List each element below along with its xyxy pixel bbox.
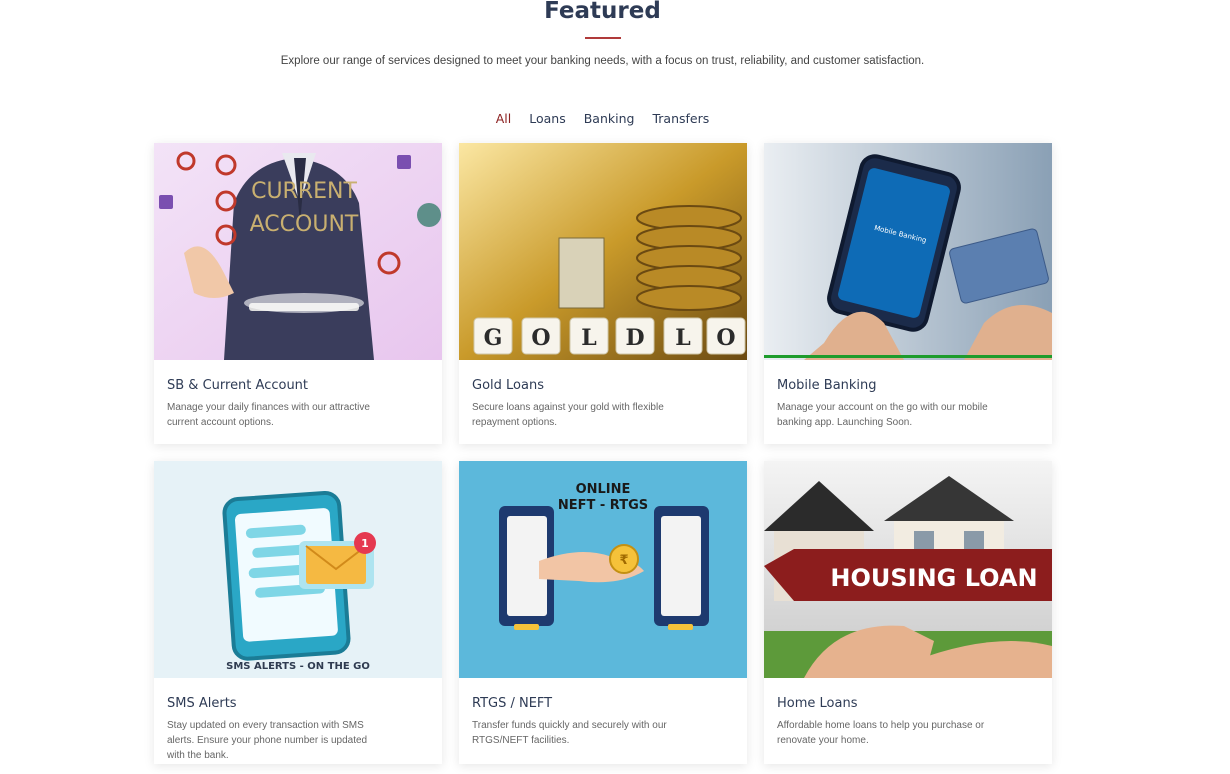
rtgs-image-text-2: NEFT - RTGS bbox=[558, 498, 648, 513]
gold-letter-o: O bbox=[531, 325, 550, 351]
title-underline bbox=[585, 37, 621, 39]
filter-tabs: All Loans Banking Transfers bbox=[0, 111, 1205, 126]
card-title: Home Loans bbox=[777, 696, 858, 711]
rtgs-neft-image: ONLINE NEFT - RTGS ₹ bbox=[459, 461, 747, 678]
gold-letter-d: D bbox=[625, 325, 644, 351]
filter-transfers[interactable]: Transfers bbox=[652, 111, 709, 126]
card-description: Affordable home loans to help you purcha… bbox=[777, 720, 985, 746]
card-title: SB & Current Account bbox=[167, 378, 309, 393]
filter-banking[interactable]: Banking bbox=[584, 111, 635, 126]
current-account-image-text-2: ACCOUNT bbox=[250, 212, 359, 237]
loan-letter-o: O bbox=[716, 325, 735, 351]
card-title: SMS Alerts bbox=[167, 696, 237, 711]
card-title: RTGS / NEFT bbox=[472, 696, 553, 711]
service-card-rtgs-neft[interactable]: ONLINE NEFT - RTGS ₹ RTGS / NEFT Transfe… bbox=[459, 461, 747, 764]
card-title: Gold Loans bbox=[472, 378, 544, 393]
rupee-symbol: ₹ bbox=[619, 553, 628, 568]
card-description: Manage your account on the go with our m… bbox=[777, 402, 988, 428]
current-account-image-text-1: CURRENT bbox=[251, 179, 357, 204]
card-title: Mobile Banking bbox=[777, 378, 877, 393]
gold-letter-g: G bbox=[484, 325, 503, 351]
card-description: Stay updated on every transaction with S… bbox=[167, 720, 368, 761]
filter-all[interactable]: All bbox=[496, 111, 512, 126]
service-card-current-account[interactable]: CURRENT ACCOUNT SB & Current Account Man… bbox=[154, 143, 442, 444]
service-card-mobile-banking[interactable]: Mobile Banking Mobile Banking Manage you… bbox=[764, 143, 1052, 444]
sms-alerts-image-text: SMS ALERTS - ON THE GO bbox=[226, 661, 370, 672]
filter-loans[interactable]: Loans bbox=[529, 111, 566, 126]
service-card-home-loans[interactable]: HOUSING LOAN Home Loans Affordable home … bbox=[764, 461, 1052, 764]
housing-loan-image-text: HOUSING LOAN bbox=[830, 564, 1037, 592]
card-description: Transfer funds quickly and securely with… bbox=[472, 720, 667, 746]
section-title: Featured bbox=[544, 0, 661, 24]
current-account-image: CURRENT ACCOUNT bbox=[154, 143, 442, 360]
card-description: Manage your daily finances with our attr… bbox=[167, 402, 370, 428]
service-card-gold-loans[interactable]: G O L D L O Gold Loans Secure loans agai… bbox=[459, 143, 747, 444]
gold-letter-l: L bbox=[581, 325, 596, 351]
card-description: Secure loans against your gold with flex… bbox=[472, 402, 664, 428]
mobile-banking-image: Mobile Banking bbox=[764, 143, 1052, 360]
sms-alerts-image: 1 SMS ALERTS - ON THE GO bbox=[154, 461, 442, 678]
loan-letter-l: L bbox=[675, 325, 690, 351]
rtgs-image-text-1: ONLINE bbox=[576, 482, 631, 497]
service-card-sms-alerts[interactable]: 1 SMS ALERTS - ON THE GO SMS Alerts Stay… bbox=[154, 461, 442, 764]
housing-loan-image: HOUSING LOAN bbox=[764, 461, 1052, 678]
gold-loan-image: G O L D L O bbox=[459, 143, 747, 360]
notification-count: 1 bbox=[361, 537, 369, 550]
section-subtitle: Explore our range of services designed t… bbox=[280, 55, 925, 67]
